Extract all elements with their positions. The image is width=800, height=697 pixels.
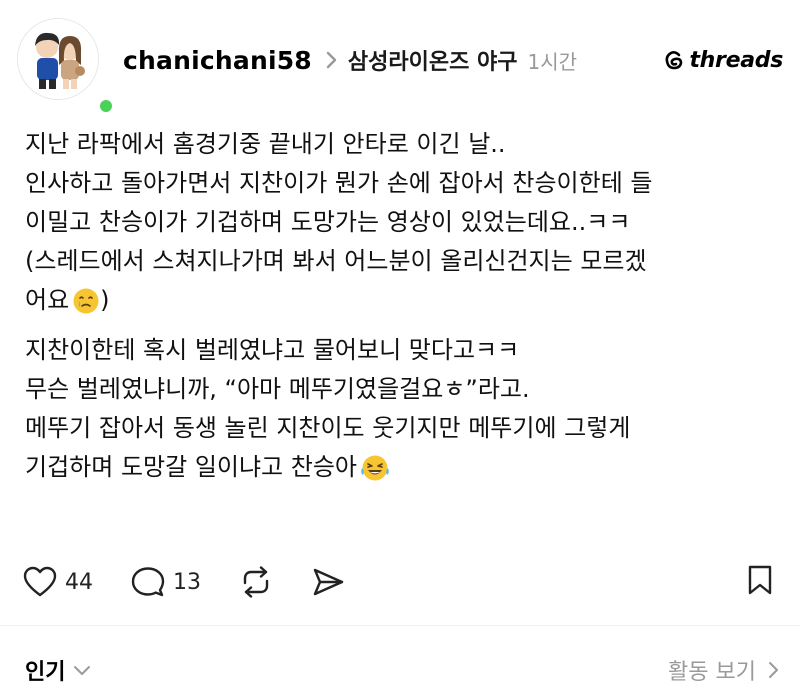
bookmark-button[interactable] — [747, 564, 773, 600]
post-line: 지난 라팍에서 홈경기중 끝내기 안타로 이긴 날.. — [25, 130, 506, 158]
sort-label: 인기 — [25, 660, 66, 685]
post-line: 인사하고 돌아가면서 지찬이가 뭔가 손에 잡아서 찬승이한테 들 — [25, 169, 653, 197]
like-button[interactable]: 44 — [23, 566, 93, 598]
avatar[interactable] — [17, 18, 99, 100]
post-line-text: 기겁하며 도망갈 일이냐고 찬승아 — [25, 453, 358, 481]
topic-tag[interactable]: 삼성라이온즈 야구 — [348, 44, 518, 76]
post-header: chanichani58 삼성라이온즈 야구 1시간 threads — [123, 40, 783, 80]
repost-icon — [243, 566, 269, 598]
chevron-right-icon — [769, 662, 778, 678]
view-activity-link[interactable]: 활동 보기 — [668, 654, 780, 686]
post-actions: 44 13 — [23, 560, 783, 604]
comment-bubble-icon — [131, 567, 165, 597]
post-line: 이밀고 찬승이가 기겁하며 도망가는 영상이 있었는데요..ㅋㅋ — [25, 208, 631, 236]
heart-icon — [23, 566, 57, 597]
post-line-text: 어요 — [25, 286, 70, 314]
threads-wordmark: threads — [689, 47, 783, 73]
post-line: 무슨 벌레였냐니까, “아마 메뚜기였을걸요ㅎ”라고. — [25, 375, 530, 403]
sad-tear-emoji-icon — [72, 287, 100, 327]
online-status-dot — [97, 97, 115, 115]
post-line: (스레드에서 스쳐지나가며 봐서 어느분이 올리신건지는 모르겠 — [25, 247, 647, 275]
activity-label: 활동 보기 — [668, 660, 756, 685]
replies-toolbar: 인기 활동 보기 — [25, 650, 780, 690]
username[interactable]: chanichani58 — [123, 46, 312, 75]
like-count: 44 — [65, 569, 93, 595]
post-line: 어요 ) — [25, 281, 785, 320]
avatar-container[interactable] — [17, 18, 115, 115]
post-timestamp: 1시간 — [527, 49, 578, 74]
threads-logo-icon — [663, 49, 685, 71]
sort-dropdown[interactable]: 인기 — [25, 654, 91, 686]
post-line: 지찬이한테 혹시 벌레였냐고 물어보니 맞다고ㅋㅋ — [25, 336, 520, 364]
chevron-down-icon — [74, 666, 91, 675]
post-body: 지난 라팍에서 홈경기중 끝내기 안타로 이긴 날.. 인사하고 돌아가면서 지… — [25, 125, 785, 487]
repost-button[interactable] — [239, 566, 273, 598]
post-line: 기겁하며 도망갈 일이냐고 찬승아 — [25, 448, 785, 487]
post-line-text: ) — [100, 286, 110, 314]
comment-count: 13 — [173, 569, 201, 595]
share-button[interactable] — [311, 566, 345, 598]
avatar-illustration-icon — [18, 19, 98, 99]
post-line: 메뚜기 잡아서 동생 놀린 지찬이도 웃기지만 메뚜기에 그렇게 — [25, 414, 631, 442]
chevron-right-icon — [326, 50, 338, 70]
bookmark-icon — [748, 565, 772, 595]
threads-brand: threads — [663, 48, 783, 73]
send-icon — [313, 568, 344, 596]
section-divider — [0, 625, 800, 626]
laughing-tears-emoji-icon — [360, 454, 390, 494]
comment-button[interactable]: 13 — [131, 566, 201, 598]
